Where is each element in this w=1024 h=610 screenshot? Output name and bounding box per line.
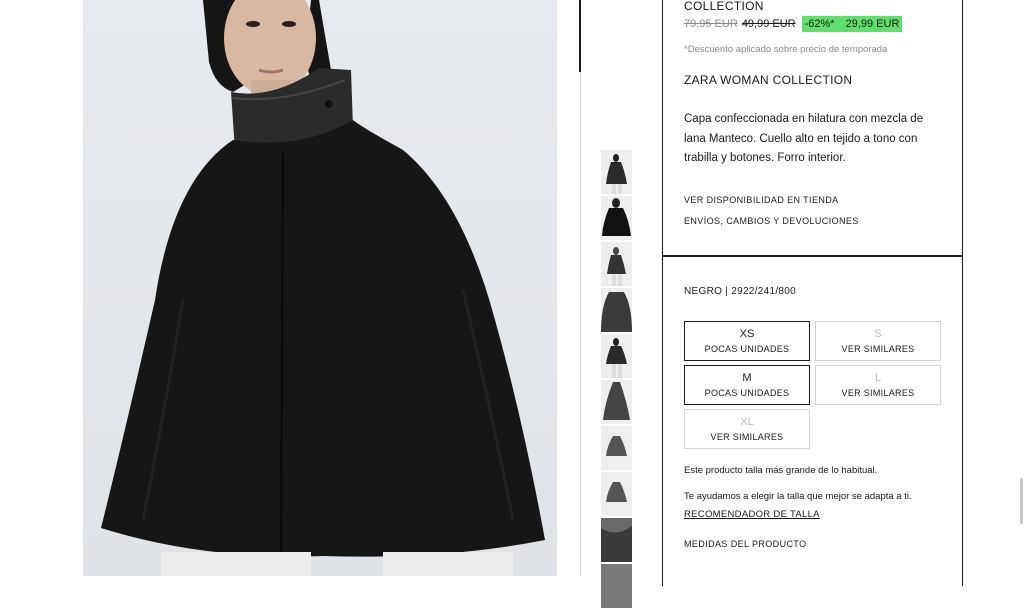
thumbnail-1[interactable] (601, 150, 632, 194)
size-help-note: Te ayudamos a elegir la talla que mejor … (684, 491, 912, 502)
thumbnail-8[interactable] (601, 472, 632, 516)
main-product-image[interactable] (83, 0, 557, 576)
product-measures-link[interactable]: MEDIDAS DEL PRODUCTO (684, 539, 807, 549)
shipping-returns-link[interactable]: ENVÍOS, CAMBIOS Y DEVOLUCIONES (684, 216, 859, 226)
collection-label: COLLECTION (684, 0, 764, 13)
store-availability-link[interactable]: VER DISPONIBILIDAD EN TIENDA (684, 195, 839, 205)
size-status: VER SIMILARES (841, 344, 915, 354)
size-status: VER SIMILARES (841, 388, 915, 398)
fit-note: Este producto talla más grande de lo hab… (684, 465, 878, 476)
price-row: 79,95 EUR 49,99 EUR -62%* 29,99 EUR (684, 16, 903, 32)
thumbnail-3[interactable] (601, 242, 632, 286)
size-status: POCAS UNIDADES (704, 388, 790, 398)
size-option-m[interactable]: M POCAS UNIDADES (684, 365, 810, 405)
thumbnail-7[interactable] (601, 426, 632, 470)
gallery-scroll-track (580, 72, 581, 576)
price-previous: 49,99 EUR (741, 18, 796, 30)
size-label: XS (739, 328, 755, 340)
discount-note: *Descuento aplicado sobre precio de temp… (684, 44, 888, 55)
size-status: POCAS UNIDADES (704, 344, 790, 354)
size-status: VER SIMILARES (710, 432, 784, 442)
price-original: 79,95 EUR (684, 18, 738, 30)
collection-name: ZARA WOMAN COLLECTION (684, 73, 853, 87)
thumbnail-2[interactable] (601, 196, 632, 240)
size-option-xl[interactable]: XL VER SIMILARES (684, 409, 810, 449)
thumbnail-9[interactable] (601, 518, 632, 562)
size-option-l[interactable]: L VER SIMILARES (815, 365, 941, 405)
product-info-panel: COLLECTION 79,95 EUR 49,99 EUR -62%* 29,9… (662, 0, 963, 256)
discount-badge: -62%* (801, 16, 843, 32)
price-current: 29,99 EUR (842, 16, 903, 32)
thumbnail-6[interactable] (601, 380, 632, 424)
thumbnail-5[interactable] (601, 334, 632, 378)
size-option-s[interactable]: S VER SIMILARES (815, 321, 941, 361)
thumbnail-4[interactable] (601, 288, 632, 332)
size-option-xs[interactable]: XS POCAS UNIDADES (684, 321, 810, 361)
size-recommender-link[interactable]: RECOMENDADOR DE TALLA (684, 509, 820, 520)
color-reference: NEGRO | 2922/241/800 (684, 286, 796, 297)
size-label: XL (740, 416, 754, 428)
size-label: L (874, 372, 882, 384)
product-description: Capa confeccionada en hilatura con mezcl… (684, 113, 924, 164)
gallery-scroll-indicator (579, 0, 581, 72)
size-selector-panel: NEGRO | 2922/241/800 XS POCAS UNIDADES S… (662, 256, 963, 586)
thumbnail-10[interactable] (601, 564, 632, 608)
size-label: M (742, 372, 752, 384)
size-label: S (874, 328, 882, 340)
thumbnail-strip (601, 150, 632, 610)
page-scrollbar[interactable] (1020, 478, 1023, 524)
